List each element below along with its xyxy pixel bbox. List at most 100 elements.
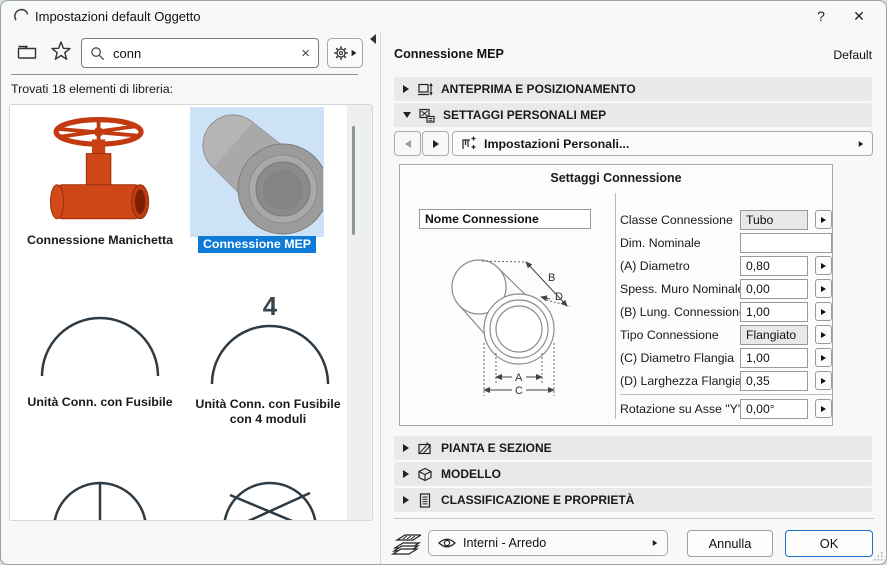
layers-icon (391, 532, 421, 555)
flyout-arrow-icon (821, 332, 826, 338)
flyout-arrow-icon (653, 540, 658, 546)
close-button[interactable]: ✕ (846, 6, 872, 26)
larghezza-flangia-flyout-button[interactable] (815, 371, 832, 390)
title-bar[interactable]: Impostazioni default Oggetto ? ✕ (1, 1, 886, 31)
footer-separator (394, 518, 874, 519)
item-label[interactable]: Unità Conn. con Fusibile con 4 moduli (188, 397, 348, 427)
model-3d-box-icon (417, 467, 433, 482)
back-arrow-icon (405, 140, 411, 148)
personal-settings-icon (461, 136, 477, 151)
flyout-arrow-icon (821, 309, 826, 315)
diametro-flyout-button[interactable] (815, 256, 832, 275)
gear-icon (333, 45, 349, 61)
flyout-arrow-icon (821, 217, 826, 223)
panel-divider (380, 31, 381, 565)
param-label: (A) Diametro (620, 256, 740, 276)
item-label-selected[interactable]: Connessione MEP (190, 236, 324, 253)
collapse-panel-icon[interactable] (370, 34, 376, 44)
section-pianta-e-sezione[interactable]: PIANTA E SEZIONE (394, 436, 872, 460)
star-icon (50, 41, 72, 61)
tipo-connessione-flyout-button[interactable] (815, 325, 832, 344)
svg-text:C: C (515, 385, 523, 397)
folder-icon (17, 44, 37, 60)
larghezza-flangia-field[interactable] (740, 371, 808, 391)
custom-settings-page-dropdown[interactable]: Impostazioni Personali... (452, 131, 873, 156)
spessore-muro-flyout-button[interactable] (815, 279, 832, 298)
param-label: Spess. Muro Nominale (620, 279, 740, 299)
dropdown-label: Impostazioni Personali... (484, 137, 851, 151)
spessore-muro-field[interactable] (740, 279, 808, 299)
nav-forward-button[interactable] (422, 131, 449, 156)
preview-placement-icon (417, 82, 433, 97)
param-label: (C) Diametro Flangia (620, 348, 740, 368)
floorplan-section-icon (417, 441, 433, 456)
cancel-button[interactable]: Annulla (687, 530, 773, 557)
svg-text:D: D (555, 291, 563, 303)
item-label[interactable]: Connessione Manichetta (12, 233, 188, 248)
param-label: Tipo Connessione (620, 325, 740, 345)
tipo-connessione-field[interactable] (740, 325, 808, 345)
search-settings-button[interactable] (327, 38, 363, 68)
collapse-arrow-icon (403, 112, 411, 118)
clear-search-icon[interactable]: × (301, 45, 310, 62)
diametro-flangia-flyout-button[interactable] (815, 348, 832, 367)
section-anteprima-e-posizionamento[interactable]: ANTEPRIMA E POSIZIONAMENTO (394, 77, 872, 101)
item-badge-4: 4 (195, 291, 345, 322)
section-modello[interactable]: MODELLO (394, 462, 872, 486)
param-label: (D) Larghezza Flangia (620, 371, 740, 391)
rotation-separator (620, 394, 832, 395)
list-item-unita-conn-fusibile-4[interactable] (195, 323, 345, 385)
section-classificazione-e-proprieta[interactable]: CLASSIFICAZIONE E PROPRIETÀ (394, 488, 872, 512)
rotazione-asse-y-field[interactable] (740, 399, 808, 419)
flyout-arrow-icon (821, 378, 826, 384)
classe-connessione-flyout-button[interactable] (815, 210, 832, 229)
expand-arrow-icon (403, 85, 409, 93)
svg-text:A: A (515, 372, 523, 384)
layer-name: Interni - Arredo (463, 536, 645, 550)
nav-back-button[interactable] (394, 131, 421, 156)
arc-symbol-image (25, 315, 175, 377)
list-item-circle-line[interactable] (30, 479, 170, 521)
diametro-field[interactable] (740, 256, 808, 276)
flyout-arrow-icon (859, 141, 864, 147)
flyout-arrow-icon (352, 50, 357, 56)
list-scrollbar-track[interactable] (347, 105, 372, 520)
selected-object-title: Connessione MEP (394, 47, 504, 61)
diametro-flangia-field[interactable] (740, 348, 808, 368)
circle-cross-symbol-image (200, 479, 340, 521)
favorites-button[interactable] (48, 39, 73, 63)
expand-arrow-icon (403, 496, 409, 504)
lunghezza-connessione-field[interactable] (740, 302, 808, 322)
search-box[interactable]: × (81, 38, 319, 68)
classe-connessione-field[interactable] (740, 210, 808, 230)
forward-arrow-icon (433, 140, 439, 148)
svg-text:B: B (548, 272, 555, 284)
list-item-connessione-mep[interactable] (190, 107, 324, 237)
expand-arrow-icon (403, 444, 409, 452)
list-item-connessione-manichetta[interactable] (35, 113, 165, 231)
arc-symbol-image (195, 323, 345, 385)
ok-button[interactable]: OK (785, 530, 873, 557)
folder-view-button[interactable] (15, 41, 39, 63)
expand-arrow-icon (403, 470, 409, 478)
list-scrollbar-thumb[interactable] (352, 126, 355, 235)
item-label[interactable]: Unità Conn. con Fusibile (15, 395, 185, 410)
search-input[interactable] (111, 45, 295, 62)
section-settaggi-personali-mep[interactable]: SETTAGGI PERSONALI MEP (394, 103, 872, 127)
connection-name-field[interactable] (419, 209, 591, 229)
default-state-label: Default (833, 48, 872, 62)
param-label: Dim. Nominale (620, 233, 740, 253)
list-item-unita-conn-fusibile[interactable] (25, 315, 175, 377)
object-tool-icon (14, 8, 30, 24)
rotazione-flyout-button[interactable] (815, 399, 832, 418)
library-items-list[interactable]: Connessione Manichetta Connessione MEP U… (9, 104, 373, 521)
layer-selector-dropdown[interactable]: Interni - Arredo (428, 530, 668, 556)
dim-nominale-field[interactable] (740, 233, 832, 253)
flyout-arrow-icon (821, 406, 826, 412)
search-icon (90, 46, 105, 61)
properties-document-icon (417, 493, 433, 508)
help-button[interactable]: ? (808, 6, 834, 26)
lunghezza-connessione-flyout-button[interactable] (815, 302, 832, 321)
list-item-circle-cross[interactable] (200, 479, 340, 521)
resize-grip[interactable] (873, 551, 883, 561)
